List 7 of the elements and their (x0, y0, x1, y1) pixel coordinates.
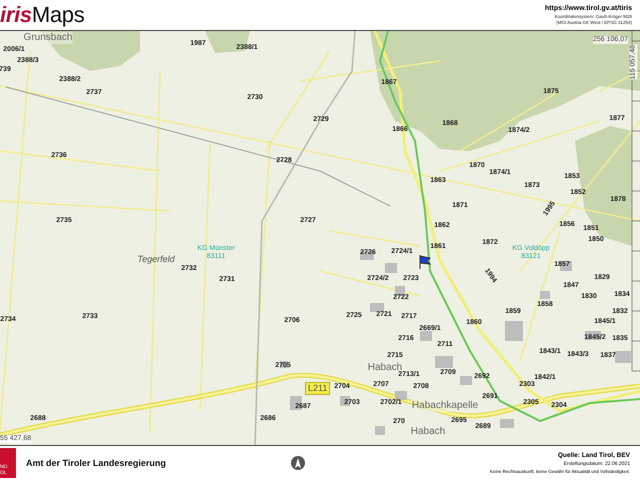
road-number-sign: L211 (305, 382, 330, 395)
logo-wordmark: irisMaps (0, 2, 84, 28)
place-name: Tegerfeld (137, 253, 175, 265)
authority-name: Amt der Tiroler Landesregierung (26, 458, 167, 468)
place-name: Habachkapelle (412, 400, 478, 412)
flag-icon (418, 255, 431, 269)
place-name: Grunsbach (24, 32, 72, 44)
